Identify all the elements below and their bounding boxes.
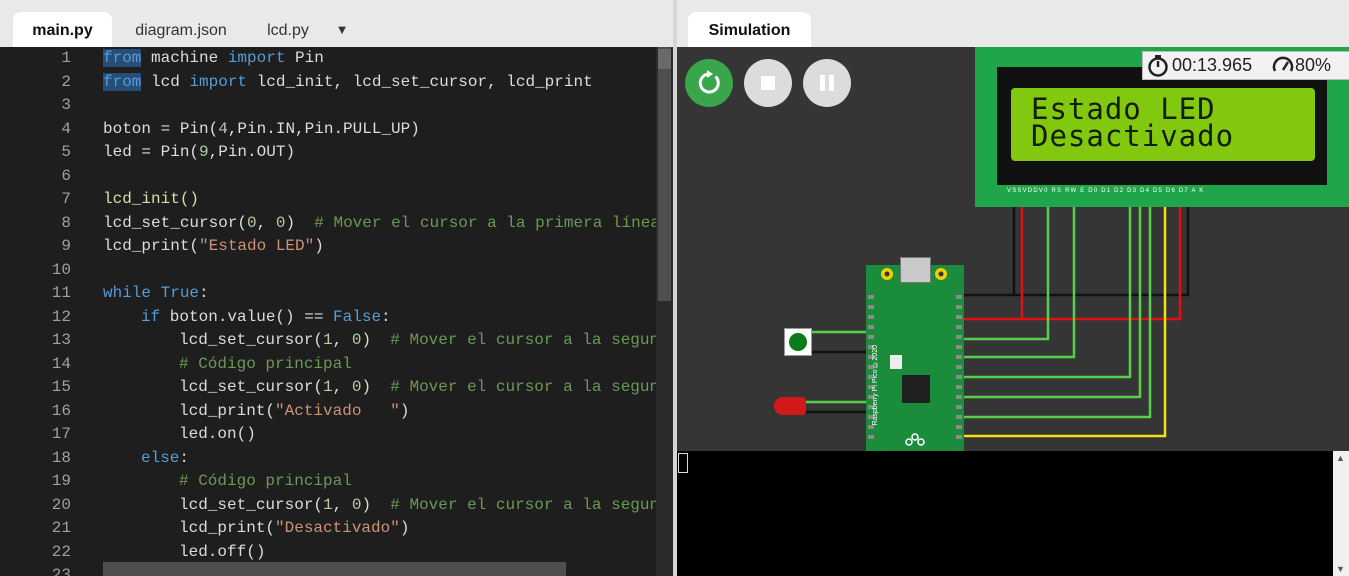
line-number: 4 [61, 119, 71, 138]
code-line: 12 if boton.value() == False: [0, 306, 660, 330]
code-line: 21 lcd_print("Desactivado") [0, 517, 660, 541]
line-number: 9 [61, 237, 71, 255]
code-line: 19 # Código principal [0, 470, 660, 494]
scrollbar-marker [658, 49, 671, 69]
wire-vss [959, 199, 1016, 297]
line-number: 22 [51, 542, 71, 561]
scroll-up-icon[interactable]: ▲ [1336, 453, 1345, 463]
stop-simulation-button[interactable] [744, 59, 792, 107]
code-line: 16 lcd_print("Activado ") [0, 400, 660, 424]
code-line: 22 led.off() [0, 541, 660, 565]
console-cursor [678, 453, 688, 473]
code-line: 5 led = Pin(9,Pin.OUT) [0, 141, 660, 165]
board-pins [868, 268, 962, 446]
code-area[interactable]: 1 from machine import Pin 2 from lcd impor… [0, 47, 673, 576]
code-line: 18 else: [0, 447, 660, 471]
code-line: 1 from machine import Pin [0, 47, 660, 71]
wire-a [1022, 199, 1182, 321]
editor-tab-bar: main.py diagram.json lcd.py ▼ [0, 0, 673, 47]
line-number: 17 [51, 425, 71, 443]
simulation-timer: 00:13.965 [1172, 55, 1253, 75]
tab-main-py[interactable]: main.py [13, 12, 112, 47]
code-line: 7 lcd_init() [0, 188, 660, 212]
code-line: 14 # Código principal [0, 353, 660, 377]
code-line: 3 [0, 94, 660, 118]
pause-simulation-button[interactable] [803, 59, 851, 107]
pushbutton[interactable] [784, 328, 812, 356]
lcd-screen: Estado LED Desactivado [1011, 88, 1315, 161]
editor-horizontal-scrollbar[interactable] [103, 562, 566, 576]
red-led[interactable] [774, 397, 806, 415]
stop-icon [761, 76, 775, 90]
code-editor-pane: main.py diagram.json lcd.py ▼ 1 from mach… [0, 0, 673, 576]
line-number: 10 [51, 260, 71, 279]
simulation-canvas[interactable]: Estado LED Desactivado VSSVDDV0 RS RW E … [677, 47, 1349, 451]
stopwatch-icon [1148, 55, 1168, 77]
pause-icon [820, 75, 834, 91]
code-line: 4 boton = Pin(4,Pin.IN,Pin.PULL_UP) [0, 118, 660, 142]
line-number: 6 [61, 166, 71, 185]
line-number: 2 [61, 72, 71, 91]
line-number: 12 [51, 307, 71, 326]
line-number: 14 [51, 354, 71, 373]
line-number: 8 [61, 213, 71, 232]
line-number: 1 [61, 49, 71, 67]
restart-icon [698, 70, 720, 94]
tab-diagram-json[interactable]: diagram.json [118, 12, 244, 47]
editor-vertical-scrollbar[interactable] [656, 47, 673, 576]
code-line: 6 [0, 165, 660, 189]
code-line: 11 while True: [0, 282, 660, 306]
wire-d7 [959, 199, 1167, 438]
scroll-down-icon[interactable]: ▼ [1336, 564, 1345, 574]
line-number: 11 [51, 284, 71, 302]
line-number: 19 [51, 472, 71, 490]
simulation-status: 00:13.965 80% [1142, 51, 1349, 80]
lcd-row-2: Desactivado [1031, 119, 1235, 153]
wire-d4 [959, 199, 1132, 379]
rp2040-chip [902, 375, 930, 403]
console-scrollbar[interactable]: ▲ ▼ [1333, 451, 1349, 576]
tab-lcd-py[interactable]: lcd.py [250, 12, 326, 47]
speedometer-icon [1272, 56, 1294, 72]
code-line: 2 from lcd import lcd_init, lcd_set_curso… [0, 71, 660, 95]
wire-vdd [959, 199, 1024, 321]
lcd-frame: Estado LED Desactivado [997, 67, 1327, 185]
code-line: 9 lcd_print("Estado LED") [0, 235, 660, 259]
line-number: 23 [51, 566, 71, 576]
code-line: 20 lcd_set_cursor(1, 0) # Mover el cursor… [0, 494, 673, 518]
wire-k [1014, 199, 1190, 297]
scrollbar-thumb[interactable] [658, 47, 671, 301]
line-number: 18 [51, 448, 71, 467]
restart-simulation-button[interactable] [685, 59, 733, 107]
line-number: 15 [51, 378, 71, 396]
line-number: 3 [61, 96, 71, 114]
pushbutton-cap[interactable] [789, 333, 807, 351]
code-line: 17 led.on() [0, 423, 660, 447]
code-line: 13 lcd_set_cursor(1, 0) # Mover el cursor… [0, 329, 673, 353]
wire-e [959, 199, 1076, 359]
code-line: 10 [0, 259, 660, 283]
line-number: 13 [51, 331, 71, 349]
line-number: 5 [61, 143, 71, 161]
line-number: 21 [51, 519, 71, 537]
line-number: 16 [51, 401, 71, 420]
wire-d5 [959, 199, 1142, 399]
raspberry-pi-pico-board[interactable]: Raspberry Pi Pico ©2020 [866, 257, 964, 451]
code-line: 8 lcd_set_cursor(0, 0) # Mover el cursor … [0, 212, 660, 236]
line-number: 7 [61, 190, 71, 208]
simulation-pane: Simulation Estado LED Desactivado VSSVDD… [677, 0, 1349, 576]
line-number: 20 [51, 495, 71, 514]
code-line: 15 lcd_set_cursor(1, 0) # Mover el cursor… [0, 376, 673, 400]
tab-simulation[interactable]: Simulation [688, 12, 811, 47]
lcd-pin-labels: VSSVDDV0 RS RW E D0 D1 D2 D3 D4 D5 D6 D7… [1007, 188, 1205, 194]
serial-monitor[interactable] [677, 451, 1333, 576]
board-label: Raspberry Pi Pico ©2020 [872, 345, 879, 426]
simulation-speed: 80% [1295, 55, 1332, 75]
chevron-down-icon[interactable]: ▼ [330, 12, 354, 47]
wire-d6 [959, 199, 1152, 419]
